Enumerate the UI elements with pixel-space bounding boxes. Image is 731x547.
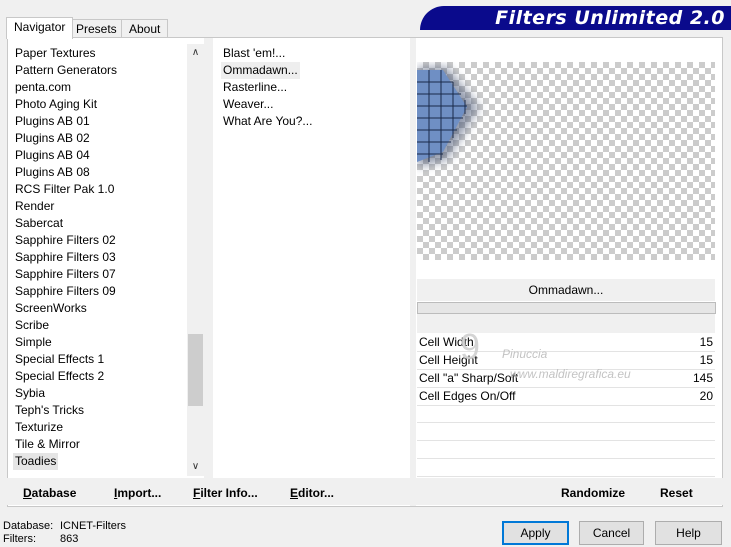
filter-item[interactable]: Weaver... bbox=[223, 96, 273, 113]
scroll-down-icon[interactable]: ∨ bbox=[187, 458, 204, 475]
category-item[interactable]: Render bbox=[15, 198, 54, 215]
reset-button[interactable]: Reset bbox=[660, 486, 693, 500]
param-row-empty bbox=[417, 405, 715, 423]
param-row[interactable]: Cell Edges On/Off 20 bbox=[417, 387, 715, 406]
status-filters-value: 863 bbox=[60, 533, 79, 545]
database-button[interactable]: Database bbox=[23, 486, 76, 500]
category-item[interactable]: Sapphire Filters 02 bbox=[15, 232, 116, 249]
category-item[interactable]: Texturize bbox=[15, 419, 63, 436]
import-button[interactable]: Import... bbox=[114, 486, 161, 500]
scroll-thumb[interactable] bbox=[188, 334, 203, 406]
category-item[interactable]: Toadies bbox=[13, 453, 59, 470]
column-divider bbox=[410, 38, 416, 506]
category-item[interactable]: Sapphire Filters 03 bbox=[15, 249, 116, 266]
title-banner: Filters Unlimited 2.0 bbox=[420, 6, 731, 30]
status-database-value: ICNET-Filters bbox=[60, 520, 126, 532]
category-item[interactable]: Plugins AB 02 bbox=[15, 130, 90, 147]
param-value[interactable]: 20 bbox=[700, 387, 713, 405]
category-item[interactable]: Special Effects 2 bbox=[15, 368, 104, 385]
param-label: Cell "a" Sharp/Soft bbox=[419, 371, 519, 385]
param-value[interactable]: 145 bbox=[693, 369, 713, 387]
editor-button[interactable]: Editor... bbox=[290, 486, 334, 500]
category-item[interactable]: Sybia bbox=[15, 385, 45, 402]
param-label: Cell Edges On/Off bbox=[419, 389, 516, 403]
category-item[interactable]: Simple bbox=[15, 334, 52, 351]
status-database-label: Database: bbox=[3, 520, 54, 532]
category-item[interactable]: penta.com bbox=[15, 79, 71, 96]
tab-about[interactable]: About bbox=[121, 19, 169, 38]
param-value[interactable]: 15 bbox=[700, 351, 713, 369]
filter-name-bar: Ommadawn... bbox=[417, 279, 715, 301]
watermark-name: Pinuccia bbox=[502, 347, 548, 361]
tab-presets[interactable]: Presets bbox=[68, 19, 125, 38]
category-item[interactable]: Scribe bbox=[15, 317, 49, 334]
column-divider bbox=[204, 38, 213, 478]
status-filters-label: Filters: bbox=[3, 533, 36, 545]
category-item[interactable]: Photo Aging Kit bbox=[15, 96, 97, 113]
category-item[interactable]: Paper Textures bbox=[15, 45, 96, 62]
category-scrollbar[interactable]: ∧ ∨ bbox=[187, 44, 204, 476]
category-item[interactable]: Plugins AB 08 bbox=[15, 164, 90, 181]
category-item[interactable]: Teph's Tricks bbox=[15, 402, 84, 419]
randomize-button[interactable]: Randomize bbox=[561, 486, 625, 500]
scroll-up-icon[interactable]: ∧ bbox=[187, 44, 204, 61]
category-item[interactable]: Sabercat bbox=[15, 215, 63, 232]
category-item[interactable]: Pattern Generators bbox=[15, 62, 117, 79]
banner-title: Filters Unlimited 2.0 bbox=[495, 7, 725, 29]
category-item[interactable]: Sapphire Filters 07 bbox=[15, 266, 116, 283]
category-item[interactable]: Sapphire Filters 09 bbox=[15, 283, 116, 300]
progress-bar bbox=[417, 302, 716, 314]
filter-name-label: Ommadawn... bbox=[528, 283, 604, 297]
help-button[interactable]: Help bbox=[655, 521, 722, 545]
filter-info-button[interactable]: Filter Info... bbox=[193, 486, 258, 500]
category-item[interactable]: Tile & Mirror bbox=[15, 436, 80, 453]
preview-area bbox=[417, 62, 715, 260]
param-value[interactable]: 15 bbox=[700, 333, 713, 351]
filter-item[interactable]: What Are You?... bbox=[223, 113, 312, 130]
param-row-empty bbox=[417, 441, 715, 459]
watermark-logo: 9 bbox=[460, 326, 481, 367]
category-item[interactable]: ScreenWorks bbox=[15, 300, 87, 317]
param-row-empty bbox=[417, 423, 715, 441]
apply-button[interactable]: Apply bbox=[502, 521, 569, 545]
filter-item[interactable]: Ommadawn... bbox=[221, 62, 300, 79]
tab-navigator[interactable]: Navigator bbox=[6, 17, 74, 39]
preview-image bbox=[417, 67, 479, 167]
param-row-empty bbox=[417, 459, 715, 477]
category-item[interactable]: Plugins AB 01 bbox=[15, 113, 90, 130]
filter-item[interactable]: Blast 'em!... bbox=[223, 45, 285, 62]
category-item[interactable]: Special Effects 1 bbox=[15, 351, 104, 368]
watermark-url: www.maldiregrafica.eu bbox=[510, 367, 631, 381]
filter-item[interactable]: Rasterline... bbox=[223, 79, 287, 96]
category-item[interactable]: Plugins AB 04 bbox=[15, 147, 90, 164]
cancel-button[interactable]: Cancel bbox=[579, 521, 644, 545]
category-item[interactable]: RCS Filter Pak 1.0 bbox=[15, 181, 114, 198]
